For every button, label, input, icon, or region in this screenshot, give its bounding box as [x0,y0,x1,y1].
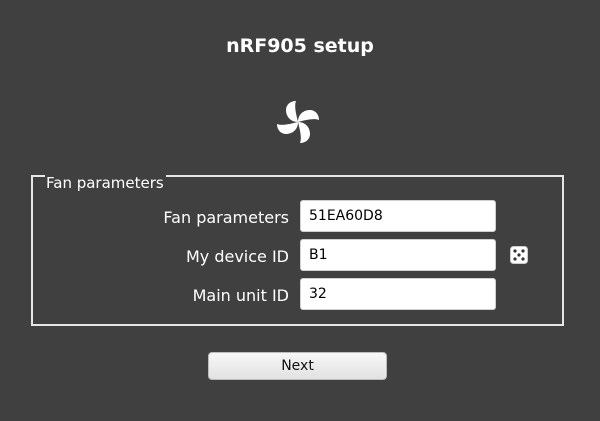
setup-page: nRF905 setup Fan parameters Fan paramete… [0,0,600,421]
randomize-device-id-button[interactable] [510,246,528,264]
my-device-id-label: My device ID [185,247,289,266]
fan-parameters-input[interactable] [300,200,496,232]
page-title: nRF905 setup [226,35,374,57]
next-button[interactable]: Next [208,352,387,380]
main-unit-id-label: Main unit ID [192,286,289,305]
main-unit-id-input[interactable] [300,278,496,310]
fan-parameters-group-title: Fan parameters [45,173,166,193]
dice-icon [510,246,528,264]
fan-parameters-label: Fan parameters [163,208,289,227]
fan-icon [277,101,319,143]
my-device-id-input[interactable] [300,239,496,271]
